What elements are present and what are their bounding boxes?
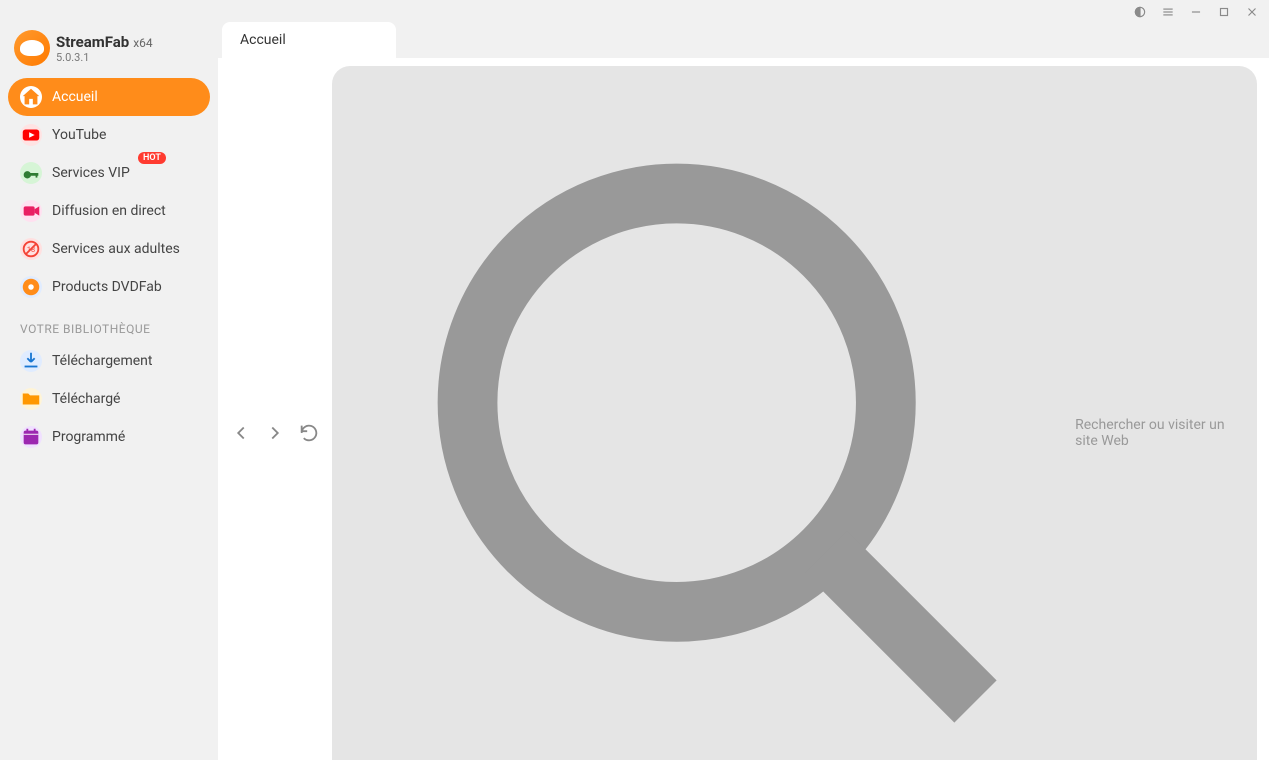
minimize-icon[interactable] [1189, 5, 1203, 19]
youtube-icon [20, 124, 42, 146]
nav-label: Téléchargement [52, 353, 153, 369]
nav-label: Services VIP [52, 165, 130, 181]
restore-icon[interactable] [1217, 5, 1231, 19]
url-input[interactable]: Rechercher ou visiter un site Web [332, 66, 1257, 760]
close-icon[interactable] [1245, 5, 1259, 19]
app-arch: x64 [133, 36, 152, 50]
nav-label: Programmé [52, 429, 125, 445]
nav-label: Products DVDFab [52, 279, 162, 295]
tab-accueil[interactable]: Accueil [222, 22, 396, 58]
hot-badge: HOT [138, 152, 166, 164]
theme-icon[interactable] [1133, 5, 1147, 19]
nav-accueil[interactable]: Accueil [8, 78, 210, 116]
menu-icon[interactable] [1161, 5, 1175, 19]
nav-diffusion-en-direct[interactable]: Diffusion en direct [8, 192, 210, 230]
nav-services-vip[interactable]: Services VIP HOT [8, 154, 210, 192]
sidebar: StreamFab x64 5.0.3.1 Accueil YouTube Serv… [0, 22, 218, 760]
dvdfab-icon [20, 276, 42, 298]
nav-services-aux-adultes[interactable]: 18 Services aux adultes [8, 230, 210, 268]
search-icon [348, 74, 1065, 760]
nav-label: Téléchargé [52, 391, 120, 407]
nav-téléchargé[interactable]: Téléchargé [8, 380, 210, 418]
home-icon [20, 86, 42, 108]
nav-youtube[interactable]: YouTube [8, 116, 210, 154]
library-section-label: VOTRE BIBLIOTHÈQUE [8, 308, 210, 340]
titlebar [0, 0, 1269, 22]
mascot-icon [14, 30, 50, 66]
svg-text:18: 18 [27, 245, 35, 254]
nav-products-dvdfab[interactable]: Products DVDFab [8, 268, 210, 306]
nav-programmé[interactable]: Programmé [8, 418, 210, 456]
app-logo: StreamFab x64 5.0.3.1 [8, 26, 210, 76]
app-version: 5.0.3.1 [56, 51, 153, 64]
nav-label: YouTube [52, 127, 106, 143]
reload-button[interactable] [298, 422, 320, 444]
tabbar: Accueil [218, 22, 1269, 58]
download-icon [20, 350, 42, 372]
key-icon [20, 162, 42, 184]
url-toolbar: Rechercher ou visiter un site Web [218, 58, 1269, 760]
folder-icon [20, 388, 42, 410]
adult-icon: 18 [20, 238, 42, 260]
live-icon [20, 200, 42, 222]
nav-label: Diffusion en direct [52, 203, 166, 219]
app-name: StreamFab [56, 33, 129, 51]
nav-label: Services aux adultes [52, 241, 180, 257]
nav-label: Accueil [52, 89, 98, 105]
back-button[interactable] [230, 422, 252, 444]
forward-button[interactable] [264, 422, 286, 444]
schedule-icon [20, 426, 42, 448]
url-placeholder: Rechercher ou visiter un site Web [1075, 417, 1241, 449]
nav-téléchargement[interactable]: Téléchargement [8, 342, 210, 380]
